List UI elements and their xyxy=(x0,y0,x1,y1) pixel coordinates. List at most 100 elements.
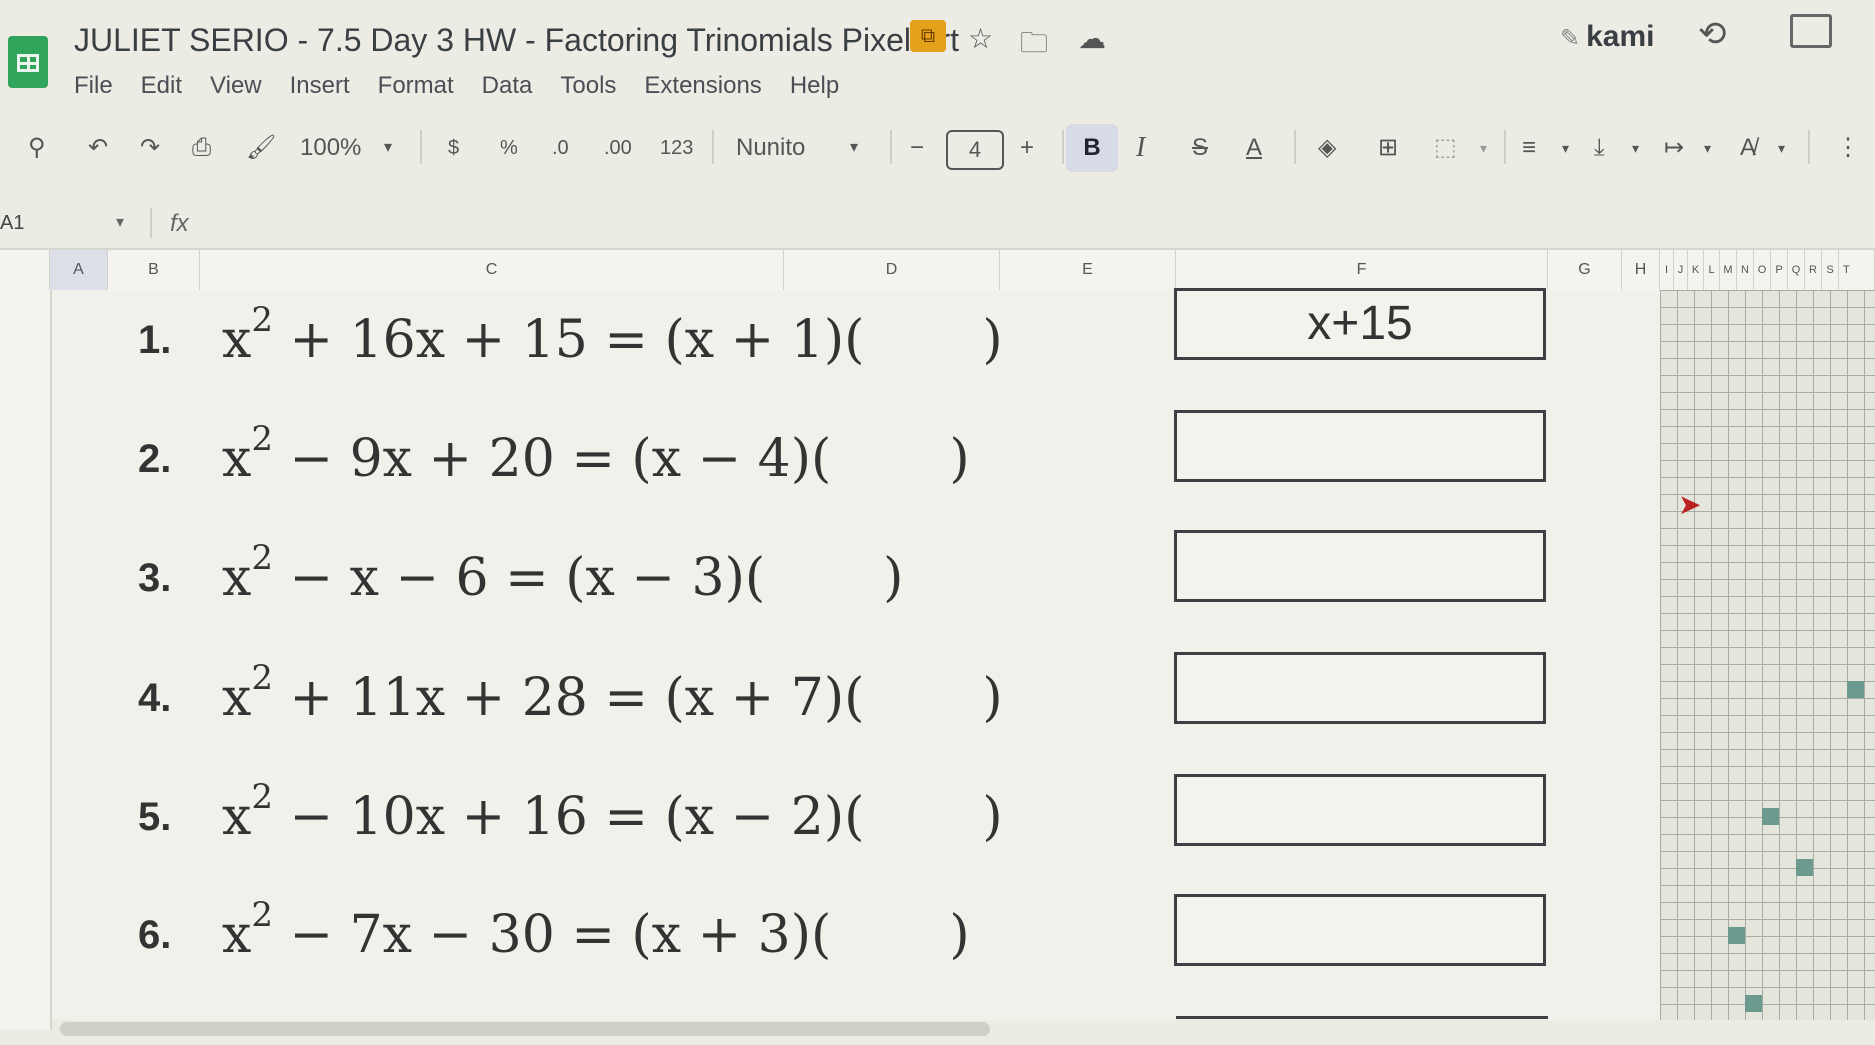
decrease-font-size-button[interactable]: − xyxy=(910,118,924,178)
horizontal-align-icon[interactable]: ≡ xyxy=(1522,118,1536,178)
move-folder-icon[interactable]: 🗀 xyxy=(1020,22,1048,70)
font-select[interactable]: Nunito xyxy=(736,118,805,178)
column-header-a[interactable]: A xyxy=(50,250,108,290)
bold-button[interactable]: B xyxy=(1066,124,1118,172)
answer-box-partial xyxy=(1176,1016,1548,1019)
increase-decimal-button[interactable]: .00 xyxy=(604,118,632,178)
problem-row[interactable]: 3. x2 − x − 6 = (x − 3)() xyxy=(138,533,903,623)
problem-number: 4. xyxy=(138,675,172,720)
column-header-g[interactable]: G xyxy=(1548,250,1622,290)
problem-row[interactable]: 5. x2 − 10x + 16 = (x − 2)() xyxy=(138,772,1003,862)
percent-format-button[interactable]: % xyxy=(500,118,518,178)
italic-button[interactable]: I xyxy=(1136,118,1145,178)
print-icon[interactable]: ⎙ xyxy=(192,118,211,178)
more-options-icon[interactable]: ⋮ xyxy=(1836,118,1860,178)
column-header-n[interactable]: N xyxy=(1737,250,1754,290)
formula-divider xyxy=(150,208,152,238)
toolbar-divider xyxy=(1504,130,1506,164)
column-header-p[interactable]: P xyxy=(1771,250,1788,290)
answer-box[interactable]: x+15 xyxy=(1174,288,1546,360)
chevron-down-icon[interactable]: ▾ xyxy=(384,118,392,178)
column-header-f[interactable]: F xyxy=(1176,250,1548,290)
problem-equation: x2 + 11x + 28 = (x + 7)() xyxy=(222,658,1003,728)
search-menus-icon[interactable]: ⚲ xyxy=(28,118,46,178)
menu-file[interactable]: File xyxy=(74,72,113,100)
chevron-down-icon[interactable]: ▾ xyxy=(116,212,124,232)
name-box[interactable]: A1 xyxy=(0,212,24,235)
column-header-m[interactable]: M xyxy=(1720,250,1737,290)
toolbar-divider xyxy=(1294,130,1296,164)
strikethrough-icon[interactable]: S xyxy=(1192,118,1208,178)
kami-button[interactable]: ✎ kami xyxy=(1560,20,1655,54)
merge-cells-icon[interactable]: ⬚ xyxy=(1434,118,1457,178)
toolbar-divider xyxy=(420,130,422,164)
text-rotation-icon[interactable]: A̸ xyxy=(1740,118,1756,178)
chevron-down-icon[interactable]: ▾ xyxy=(1704,118,1711,178)
select-all-corner[interactable] xyxy=(0,250,50,290)
chevron-down-icon[interactable]: ▾ xyxy=(1480,118,1487,178)
problem-row[interactable]: 2. x2 − 9x + 20 = (x − 4)() xyxy=(138,414,970,504)
chevron-down-icon[interactable]: ▾ xyxy=(1632,118,1639,178)
vertical-align-icon[interactable]: ⤓ xyxy=(1594,118,1605,178)
borders-icon[interactable]: ⊞ xyxy=(1378,118,1398,178)
chevron-down-icon[interactable]: ▾ xyxy=(1562,118,1569,178)
slides-badge-icon[interactable]: ⧉ xyxy=(910,20,946,52)
menu-data[interactable]: Data xyxy=(482,72,533,100)
problem-number: 6. xyxy=(138,912,172,957)
menu-help[interactable]: Help xyxy=(790,72,839,100)
column-header-l[interactable]: L xyxy=(1704,250,1720,290)
column-header-q[interactable]: Q xyxy=(1788,250,1805,290)
column-header-h[interactable]: H xyxy=(1622,250,1660,290)
text-color-icon[interactable]: A xyxy=(1246,118,1262,178)
column-header-d[interactable]: D xyxy=(784,250,1000,290)
horizontal-scrollbar[interactable] xyxy=(60,1022,990,1036)
pixel-cell xyxy=(1745,995,1762,1012)
column-header-r[interactable]: R xyxy=(1805,250,1822,290)
problem-row[interactable]: 4. x2 + 11x + 28 = (x + 7)() xyxy=(138,653,1003,743)
decrease-decimal-button[interactable]: .0 xyxy=(552,118,569,178)
menu-extensions[interactable]: Extensions xyxy=(644,72,761,100)
column-header-s[interactable]: S xyxy=(1822,250,1839,290)
menu-insert[interactable]: Insert xyxy=(290,72,350,100)
problem-row[interactable]: 1. x2 + 16x + 15 = (x + 1)() xyxy=(138,295,1003,385)
sheets-logo-icon[interactable] xyxy=(8,36,48,88)
column-header-j[interactable]: J xyxy=(1674,250,1688,290)
text-wrapping-icon[interactable]: ↦ xyxy=(1664,118,1684,178)
paint-format-icon[interactable]: 🖌 xyxy=(246,118,276,178)
column-header-t[interactable]: T xyxy=(1839,250,1875,290)
answer-box[interactable] xyxy=(1174,894,1546,966)
answer-box[interactable] xyxy=(1174,652,1546,724)
column-header-k[interactable]: K xyxy=(1688,250,1704,290)
currency-format-button[interactable]: $ xyxy=(448,118,459,178)
column-header-e[interactable]: E xyxy=(1000,250,1176,290)
answer-box[interactable] xyxy=(1174,530,1546,602)
problem-equation: x2 − 7x − 30 = (x + 3)() xyxy=(222,895,970,965)
more-formats-button[interactable]: 123 xyxy=(660,118,693,178)
answer-box[interactable] xyxy=(1174,774,1546,846)
chevron-down-icon[interactable]: ▾ xyxy=(850,118,858,178)
problem-row[interactable]: 6. x2 − 7x − 30 = (x + 3)() xyxy=(138,890,970,980)
column-header-c[interactable]: C xyxy=(200,250,784,290)
undo-icon[interactable]: ↶ xyxy=(88,118,108,178)
redo-icon[interactable]: ↷ xyxy=(140,118,160,178)
star-icon[interactable]: ☆ xyxy=(968,22,993,55)
pixel-art-grid[interactable] xyxy=(1660,290,1875,1020)
zoom-select[interactable]: 100% xyxy=(300,118,361,178)
font-size-input[interactable]: 4 xyxy=(946,130,1004,170)
version-history-icon[interactable]: ⟲ xyxy=(1698,14,1727,54)
answer-box[interactable] xyxy=(1174,410,1546,482)
menu-format[interactable]: Format xyxy=(378,72,454,100)
comments-icon[interactable] xyxy=(1790,14,1832,48)
column-header-i[interactable]: I xyxy=(1660,250,1674,290)
column-header-b[interactable]: B xyxy=(108,250,200,290)
menu-edit[interactable]: Edit xyxy=(141,72,182,100)
chevron-down-icon[interactable]: ▾ xyxy=(1778,118,1785,178)
menu-view[interactable]: View xyxy=(210,72,262,100)
problem-number: 3. xyxy=(138,555,172,600)
fill-color-icon[interactable]: ◈ xyxy=(1318,118,1336,178)
document-title[interactable]: JULIET SERIO - 7.5 Day 3 HW - Factoring … xyxy=(74,22,959,59)
menu-tools[interactable]: Tools xyxy=(560,72,616,100)
kami-edit-icon: ✎ xyxy=(1560,25,1581,52)
column-header-o[interactable]: O xyxy=(1754,250,1771,290)
increase-font-size-button[interactable]: + xyxy=(1020,118,1034,178)
